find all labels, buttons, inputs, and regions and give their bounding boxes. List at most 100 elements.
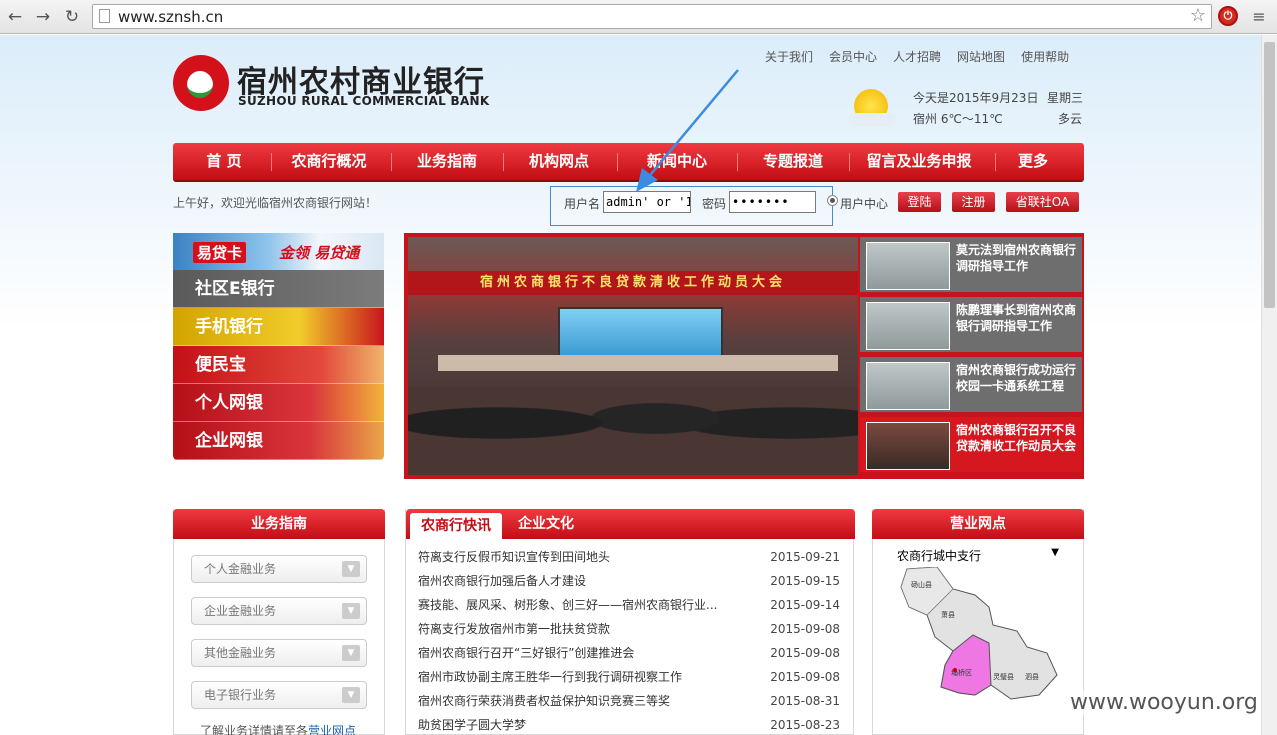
nav-more[interactable]: 更多	[1009, 143, 1057, 180]
map-label: 萧县	[941, 610, 955, 619]
nav-overview[interactable]: 农商行概况	[279, 143, 379, 180]
slide-item[interactable]: 宿州农商银行成功运行校园一卡通系统工程	[860, 357, 1082, 414]
url-text[interactable]: www.sznsh.cn	[118, 8, 223, 26]
news-title: 宿州农商银行召开“三好银行”创建推进会	[418, 646, 635, 660]
login-button[interactable]: 登陆	[898, 192, 941, 212]
extension-icon[interactable]: ⏻	[1218, 6, 1238, 26]
dropdown-arrow-icon: ▼	[342, 603, 360, 619]
nav-divider	[271, 153, 272, 171]
toplink-member[interactable]: 会员中心	[829, 50, 877, 64]
map-marker-icon	[953, 668, 957, 672]
news-row[interactable]: 符离支行反假币知识宣传到田间地头 2015-09-21	[418, 545, 848, 569]
dropdown-arrow-icon: ▼	[1051, 547, 1059, 558]
select-other-finance[interactable]: 其他金融业务 ▼	[191, 639, 367, 667]
quick-corporate-ebank[interactable]: 企业网银	[173, 422, 384, 460]
yidaika-banner[interactable]: 易贷卡 金领 易贷通	[173, 233, 384, 270]
news-date: 2015-09-08	[770, 646, 840, 660]
news-row[interactable]: 宿州农商银行加强后备人才建设 2015-09-15	[418, 569, 848, 593]
dropdown-arrow-icon: ▼	[342, 645, 360, 661]
branch-select[interactable]: 农商行城中支行 ▼	[897, 547, 1059, 564]
branch-select-value: 农商行城中支行	[897, 549, 982, 563]
news-date: 2015-09-15	[770, 574, 840, 588]
quick-bianminbao[interactable]: 便民宝	[173, 346, 384, 384]
news-row[interactable]: 助贫困学子圆大学梦 2015-08-23	[418, 713, 848, 735]
slide-item[interactable]: 莫元法到宿州农商银行调研指导工作	[860, 237, 1082, 294]
scrollbar[interactable]	[1261, 35, 1277, 735]
slide-banner-text: 宿州农商银行不良贷款清收工作动员大会	[408, 271, 858, 295]
weather-weekday: 星期三	[1047, 91, 1084, 105]
page-icon	[99, 9, 110, 23]
news-row[interactable]: 赛技能、展风采、树形象、创三好——宿州农商银行业... 2015-09-14	[418, 593, 848, 617]
map-label: 砀山县	[911, 580, 932, 589]
select-label: 个人金融业务	[204, 562, 277, 576]
username-label: 用户名	[564, 197, 601, 211]
slide-item-active[interactable]: 宿州农商银行召开不良贷款清收工作动员大会	[860, 417, 1082, 474]
weather-date: 今天是2015年9月23日	[913, 91, 1039, 105]
slide-thumbnails: 莫元法到宿州农商银行调研指导工作 陈鹏理事长到宿州农商银行调研指导工作 宿州农商…	[860, 237, 1082, 475]
logo-en-name: SUZHOU RURAL COMMERCIAL BANK	[238, 94, 490, 108]
dropdown-arrow-icon: ▼	[342, 561, 360, 577]
select-ebank[interactable]: 电子银行业务 ▼	[191, 681, 367, 709]
nav-branches[interactable]: 机构网点	[515, 143, 603, 180]
news-title: 赛技能、展风采、树形象、创三好——宿州农商银行业...	[418, 598, 718, 612]
nav-special[interactable]: 专题报道	[745, 143, 841, 180]
address-bar[interactable]: www.sznsh.cn ☆	[92, 4, 1212, 29]
slide-item-title: 陈鹏理事长到宿州农商银行调研指导工作	[956, 303, 1077, 333]
guide-title: 业务指南	[173, 509, 385, 539]
branch-link[interactable]: 营业网点	[308, 724, 356, 735]
tab-rcb-news[interactable]: 农商行快讯	[410, 513, 502, 539]
toplink-sitemap[interactable]: 网站地图	[957, 50, 1005, 64]
tab-culture[interactable]: 企业文化	[518, 509, 574, 539]
news-row[interactable]: 符离支行发放宿州市第一批扶贫贷款 2015-09-08	[418, 617, 848, 641]
welcome-text: 上午好，欢迎光临宿州农商银行网站！	[173, 196, 378, 210]
quick-mobile-bank[interactable]: 手机银行	[173, 308, 384, 346]
news-date: 2015-09-14	[770, 598, 840, 612]
slide-item-title: 莫元法到宿州农商银行调研指导工作	[956, 243, 1077, 273]
map-label: 灵璧县	[993, 672, 1014, 681]
nav-guide[interactable]: 业务指南	[403, 143, 491, 180]
news-date: 2015-08-23	[770, 718, 840, 732]
select-personal-finance[interactable]: 个人金融业务 ▼	[191, 555, 367, 583]
slide-item-title: 宿州农商银行召开不良贷款清收工作动员大会	[956, 423, 1077, 453]
nav-message[interactable]: 留言及业务申报	[857, 143, 981, 180]
guide-panel: 业务指南 个人金融业务 ▼ 企业金融业务 ▼ 其他金融业务 ▼ 电子银行业务 ▼ 了解业…	[173, 509, 385, 735]
weather-widget: 今天是2015年9月23日 星期三 宿州 6℃～11℃ 多云	[846, 87, 1086, 133]
forward-icon[interactable]: →	[32, 6, 54, 28]
quick-personal-ebank[interactable]: 个人网银	[173, 384, 384, 422]
oa-button[interactable]: 省联社OA	[1006, 192, 1079, 212]
browser-menu-icon[interactable]: ≡	[1251, 7, 1267, 27]
watermark: www.wooyun.org	[1070, 690, 1258, 715]
nav-divider	[391, 153, 392, 171]
bookmark-star-icon[interactable]: ☆	[1190, 5, 1206, 26]
toplink-help[interactable]: 使用帮助	[1021, 50, 1069, 64]
toplink-jobs[interactable]: 人才招聘	[893, 50, 941, 64]
suzhou-map[interactable]: 砀山县 萧县 埇桥区 灵璧县 泗县	[897, 567, 1069, 707]
news-date: 2015-09-08	[770, 670, 840, 684]
news-row[interactable]: 宿州农商行荣获消费者权益保护知识竞赛三等奖 2015-08-31	[418, 689, 848, 713]
news-tabs: 农商行快讯 企业文化	[406, 509, 855, 539]
annotation-arrow-icon	[636, 69, 739, 192]
news-title: 宿州市政协副主席王胜华一行到我行调研视察工作	[418, 670, 683, 684]
slide-item[interactable]: 陈鹏理事长到宿州农商银行调研指导工作	[860, 297, 1082, 354]
news-row[interactable]: 宿州市政协副主席王胜华一行到我行调研视察工作 2015-09-08	[418, 665, 848, 689]
slide-photo[interactable]: 宿州农商银行不良贷款清收工作动员大会	[408, 237, 858, 475]
news-title: 符离支行反假币知识宣传到田间地头	[418, 550, 611, 564]
banner-slogan: 金领 易贷通	[279, 244, 360, 262]
slide-table	[438, 355, 838, 371]
register-button[interactable]: 注册	[952, 192, 995, 212]
user-center-radio[interactable]	[827, 195, 838, 206]
scrollbar-thumb[interactable]	[1264, 42, 1275, 308]
news-row[interactable]: 宿州农商银行召开“三好银行”创建推进会 2015-09-08	[418, 641, 848, 665]
quick-community-ebank[interactable]: 社区E银行	[173, 270, 384, 308]
logo-emblem-icon	[173, 55, 229, 111]
guide-footer-text: 了解业务详情请至各	[200, 724, 309, 735]
toplink-about[interactable]: 关于我们	[765, 50, 813, 64]
slide-thumb	[866, 242, 950, 290]
back-icon[interactable]: ←	[4, 6, 26, 28]
slide-thumb	[866, 362, 950, 410]
nav-home[interactable]: 首 页	[191, 143, 257, 180]
news-title: 宿州农商行荣获消费者权益保护知识竞赛三等奖	[418, 694, 671, 708]
select-corporate-finance[interactable]: 企业金融业务 ▼	[191, 597, 367, 625]
dropdown-arrow-icon: ▼	[342, 687, 360, 703]
reload-icon[interactable]: ↻	[61, 6, 83, 28]
